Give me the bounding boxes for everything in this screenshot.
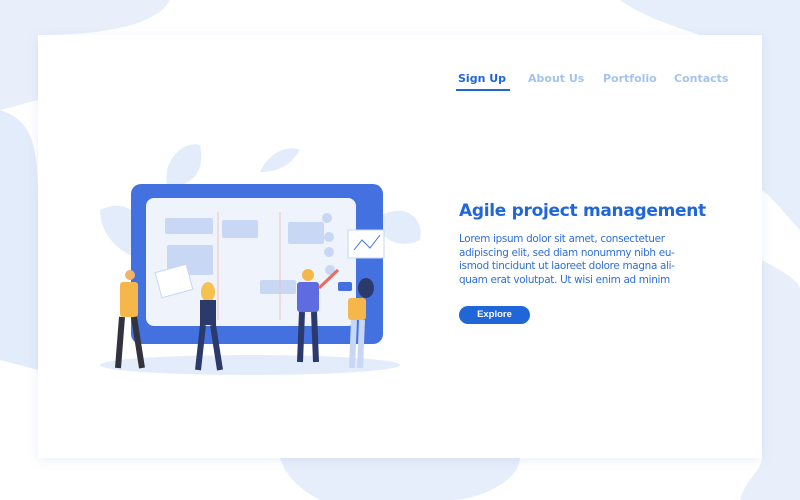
hero-description: Lorem ipsum dolor sit amet, consectetuer… [459,233,675,286]
top-nav: Sign Up About Us Portfolio Contacts [0,72,800,92]
nav-sign-up[interactable]: Sign Up [455,72,511,91]
nav-contacts[interactable]: Contacts [674,72,728,85]
team-board-illustration [100,144,421,375]
nav-about-us[interactable]: About Us [528,72,584,85]
explore-button[interactable]: Explore [459,306,530,324]
nav-portfolio[interactable]: Portfolio [603,72,657,85]
page-title: Agile project management [459,201,706,221]
